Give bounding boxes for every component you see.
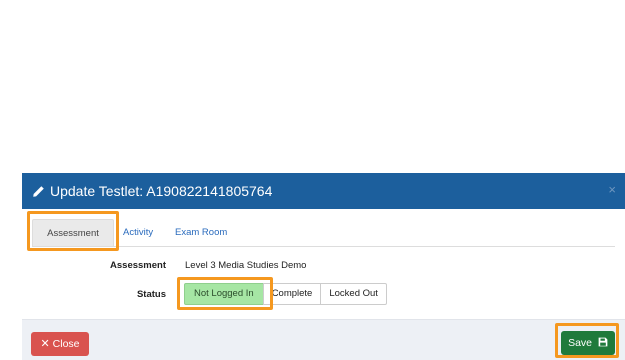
modal-title-text: Update Testlet: A190822141805764	[50, 183, 273, 199]
modal-header: Update Testlet: A190822141805764 ×	[22, 173, 625, 209]
assessment-label: Assessment	[110, 260, 166, 271]
assessment-value: Level 3 Media Studies Demo	[185, 260, 307, 271]
close-button-label: Close	[52, 338, 80, 350]
tab-assessment[interactable]: Assessment	[32, 219, 114, 246]
pencil-icon	[33, 185, 44, 197]
status-not-logged-in-button[interactable]: Not Logged In	[184, 283, 264, 305]
header-close-icon[interactable]: ×	[608, 182, 616, 198]
status-label: Status	[136, 289, 166, 300]
status-locked-out-button[interactable]: Locked Out	[320, 283, 387, 305]
x-icon: ✕	[40, 338, 50, 350]
tab-exam-room[interactable]: Exam Room	[175, 219, 227, 246]
page: Update Testlet: A190822141805764 × Asses…	[0, 0, 625, 360]
update-testlet-modal: Update Testlet: A190822141805764 × Asses…	[22, 173, 625, 360]
status-button-group: Not Logged In Complete Locked Out	[184, 283, 387, 305]
tab-bar: Assessment Activity Exam Room	[32, 219, 615, 247]
status-complete-button[interactable]: Complete	[262, 283, 322, 305]
close-button[interactable]: ✕ Close	[31, 332, 89, 356]
save-button-label: Save	[568, 337, 592, 349]
modal-footer: ✕ Close Save	[22, 319, 625, 360]
save-button[interactable]: Save	[561, 331, 615, 355]
floppy-disk-icon	[598, 337, 608, 347]
modal-title: Update Testlet: A190822141805764	[32, 182, 272, 200]
tab-activity[interactable]: Activity	[123, 219, 153, 246]
